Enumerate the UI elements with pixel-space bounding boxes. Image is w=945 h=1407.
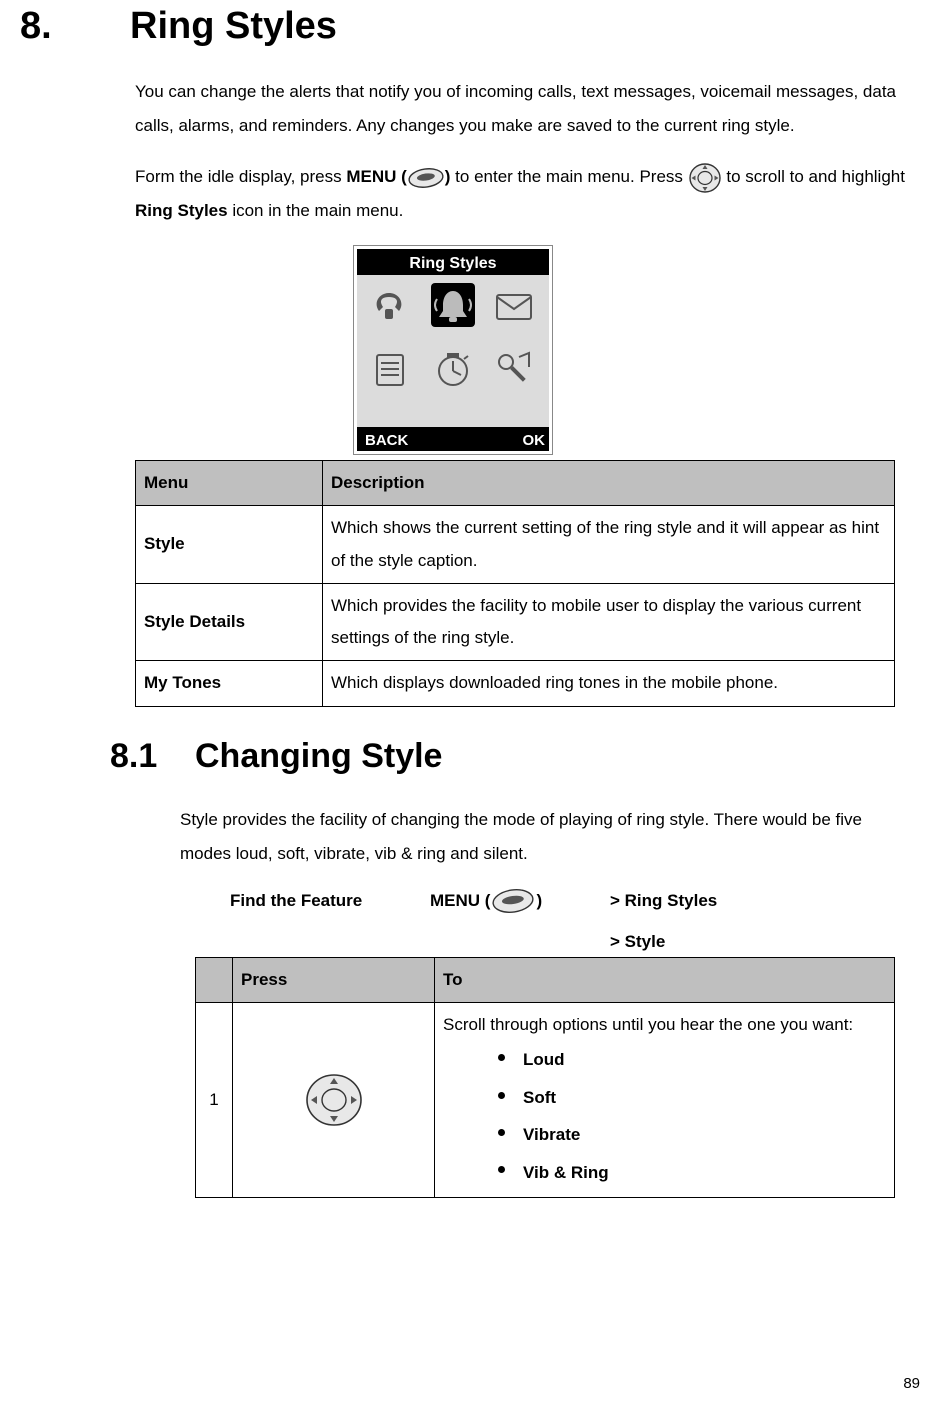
to-intro: Scroll through options until you hear th…	[443, 1009, 886, 1041]
press-to-table: Press To 1 Scroll through optio	[195, 957, 895, 1198]
menu-label: Style Details	[136, 583, 323, 661]
find-feature-label: Find the Feature	[230, 891, 430, 911]
section-title-text: Ring Styles	[130, 5, 337, 47]
step-number: 1	[196, 1003, 233, 1198]
screenshot-title: Ring Styles	[409, 255, 496, 272]
phone-screenshot: Ring Styles	[0, 245, 905, 460]
option-item: Vibrate	[498, 1116, 886, 1153]
menu-key-icon	[490, 888, 536, 914]
to-cell: Scroll through options until you hear th…	[435, 1003, 895, 1198]
intro-paragraph-2: Form the idle display, press MENU ( ) to…	[135, 160, 905, 228]
intro2-menu-label: MENU (	[346, 167, 406, 186]
menu-description: Which displays downloaded ring tones in …	[323, 661, 895, 706]
table-row: My Tones Which displays downloaded ring …	[136, 661, 895, 706]
nav-key-icon	[304, 1072, 364, 1128]
intro-paragraph-1: You can change the alerts that notify yo…	[135, 75, 905, 143]
section-heading: 8.Ring Styles	[0, 0, 905, 58]
section-number: 8.	[20, 5, 130, 48]
find-feature-menu: MENU (	[430, 891, 490, 911]
table-row: 1 Scroll through options until you hear …	[196, 1003, 895, 1198]
screenshot-softkey-left: BACK	[365, 432, 408, 449]
intro2-text-c: to scroll to and highlight	[722, 167, 905, 186]
subsection-heading: 8.1Changing Style	[0, 707, 905, 786]
intro2-ringstyles: Ring Styles	[135, 201, 228, 220]
menu-table-header-description: Description	[323, 461, 895, 506]
menu-label: Style	[136, 506, 323, 584]
subsection-body: Style provides the facility of changing …	[180, 803, 905, 871]
table-row: Style Which shows the current setting of…	[136, 506, 895, 584]
press-table-header-to: To	[435, 957, 895, 1002]
page-number: 89	[903, 1375, 920, 1392]
find-feature-path2: > Style	[610, 932, 905, 952]
press-table-header-press: Press	[233, 957, 435, 1002]
menu-label: My Tones	[136, 661, 323, 706]
press-icon-cell	[233, 1003, 435, 1198]
find-feature-path1: > Ring Styles	[610, 891, 717, 911]
intro2-text-a: Form the idle display, press	[135, 167, 346, 186]
intro2-text-b: to enter the main menu. Press	[450, 167, 687, 186]
table-row: Style Details Which provides the facilit…	[136, 583, 895, 661]
intro2-text-d: icon in the main menu.	[228, 201, 404, 220]
menu-description: Which provides the facility to mobile us…	[323, 583, 895, 661]
option-item: Vib & Ring	[498, 1154, 886, 1191]
menu-key-icon	[407, 167, 445, 189]
option-item: Loud	[498, 1041, 886, 1078]
menu-description-table: Menu Description Style Which shows the c…	[135, 460, 895, 707]
nav-key-icon	[688, 162, 722, 194]
menu-description: Which shows the current setting of the r…	[323, 506, 895, 584]
option-item: Soft	[498, 1079, 886, 1116]
subsection-title-text: Changing Style	[195, 737, 442, 775]
find-feature-menu-close: )	[536, 891, 542, 911]
find-feature-line-1: Find the Feature MENU ( ) > Ring Styles	[230, 888, 905, 914]
screenshot-softkey-right: OK	[522, 432, 545, 449]
menu-table-header-menu: Menu	[136, 461, 323, 506]
press-table-header-num	[196, 957, 233, 1002]
subsection-number: 8.1	[110, 737, 195, 776]
